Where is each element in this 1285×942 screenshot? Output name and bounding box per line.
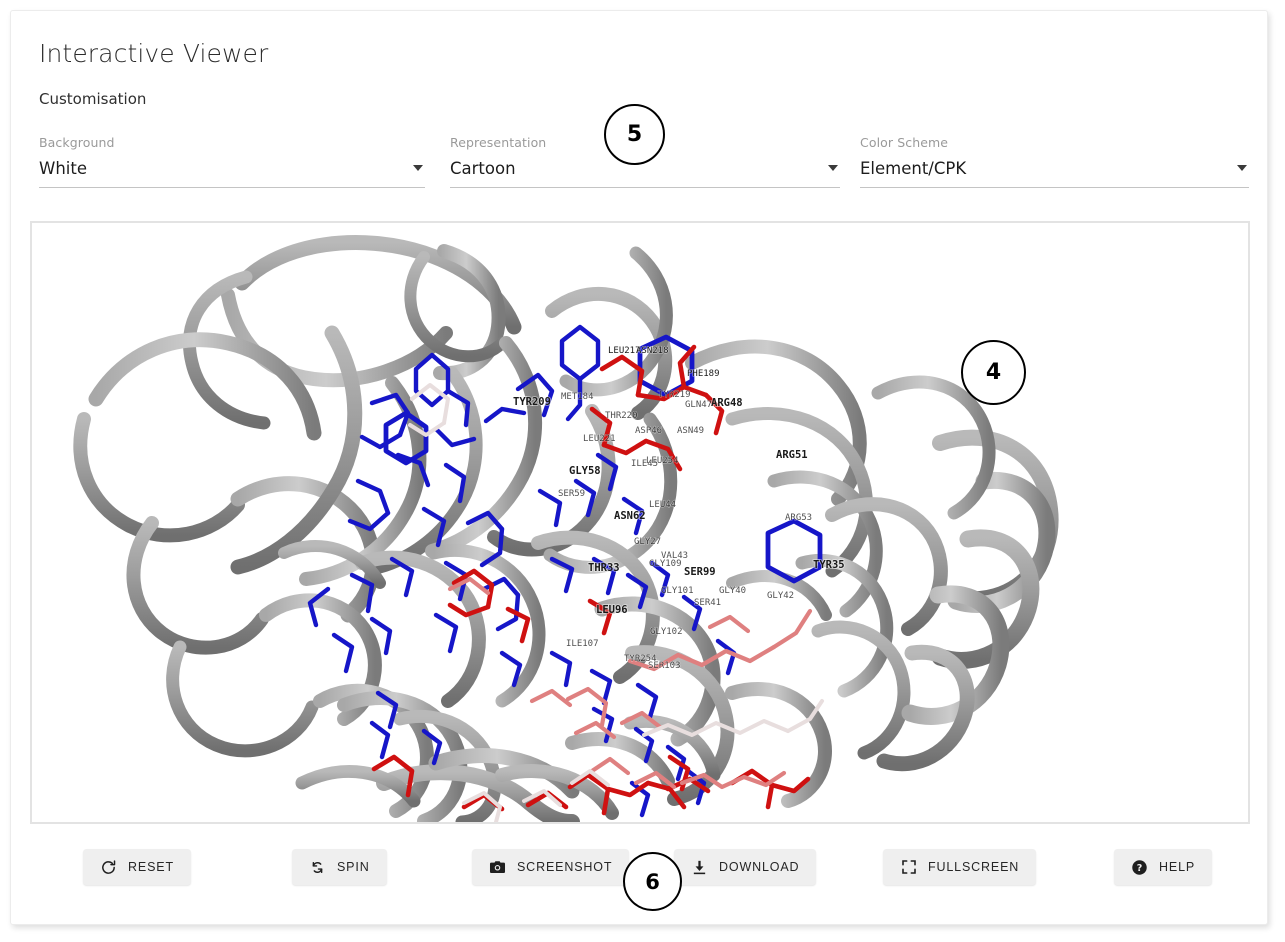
residue-label: SER41 [694,598,721,608]
camera-icon [489,859,506,876]
residue-label: ILE107 [566,639,599,649]
residue-label: ILE45 [631,459,658,469]
residue-label: SER103 [648,661,681,671]
residue-label: ASN218 [636,346,669,356]
residue-label: GLY109 [649,559,682,569]
fullscreen-icon [900,859,917,876]
residue-label: LEU221 [583,434,616,444]
fullscreen-button-label: FULLSCREEN [928,860,1020,874]
residue-label: TYR35 [813,559,845,571]
help-circle-icon: ? [1131,859,1148,876]
background-select[interactable]: White [39,159,425,188]
residue-label: GLY102 [650,627,683,637]
reset-button[interactable]: RESET [83,849,191,885]
representation-select[interactable]: Cartoon [450,159,840,188]
residue-label: TYR209 [513,396,551,408]
background-select-value: White [39,159,87,178]
residue-label: GLY101 [661,586,694,596]
residue-label: ASP46 [635,426,662,436]
annotation-badge-6: 6 [623,852,682,911]
residue-label: ASN49 [677,426,704,436]
color-scheme-select-value: Element/CPK [860,159,967,178]
background-select-group: Background White [39,135,425,188]
spin-button-label: SPIN [337,860,370,874]
residue-label: ASN62 [614,510,646,522]
help-button-label: HELP [1159,860,1196,874]
residue-label: LEU96 [596,604,628,616]
chevron-down-icon [413,165,423,171]
residue-label: ARG53 [785,513,812,523]
residue-label: GLN47 [685,400,712,410]
residue-label: SER59 [558,489,585,499]
color-scheme-select-label: Color Scheme [860,135,949,150]
residue-label: TYR219 [658,390,691,400]
residue-label: MET184 [561,392,594,402]
residue-label: THR33 [588,562,620,574]
residue-label: PHE189 [687,369,720,379]
download-button[interactable]: DOWNLOAD [674,849,817,885]
screenshot-button[interactable]: SCREENSHOT [472,849,630,885]
help-button[interactable]: ? HELP [1114,849,1213,885]
residue-label: THR220 [605,411,638,421]
annotation-badge-5: 5 [604,104,665,165]
color-scheme-select[interactable]: Element/CPK [860,159,1249,188]
reset-button-label: RESET [128,860,174,874]
color-scheme-select-group: Color Scheme Element/CPK [860,135,1249,188]
residue-label: GLY27 [634,537,661,547]
background-select-label: Background [39,135,115,150]
viewer-card: Interactive Viewer Customisation Backgro… [10,10,1268,925]
download-button-label: DOWNLOAD [719,860,800,874]
residue-label: LEU44 [649,500,676,510]
customisation-heading: Customisation [39,90,147,108]
annotation-badge-4: 4 [961,340,1026,405]
refresh-icon [100,859,117,876]
screenshot-button-label: SCREENSHOT [517,860,613,874]
residue-label: SER99 [684,566,716,578]
residue-label: GLY42 [767,591,794,601]
protein-structure-render: LEU217ASN218PHE189TYR209 MET184 TYR219GLN4… [32,223,1248,822]
fullscreen-button[interactable]: FULLSCREEN [883,849,1037,885]
molecule-stage[interactable]: LEU217 ASN218 PHE189 TYR209 MET184 TYR219 GLN4… [32,223,1248,822]
residue-label: ARG51 [776,449,808,461]
residue-label: ARG48 [711,397,743,409]
download-icon [691,859,708,876]
molecule-viewer-panel[interactable]: LEU217 ASN218 PHE189 TYR209 MET184 TYR219 GLN4… [30,221,1250,824]
spin-button[interactable]: SPIN [292,849,387,885]
residue-label: GLY58 [569,465,601,477]
page-title: Interactive Viewer [39,39,269,68]
chevron-down-icon [828,165,838,171]
svg-text:?: ? [1137,862,1143,873]
residue-label: GLY40 [719,586,746,596]
chevron-down-icon [1237,165,1247,171]
sync-icon [309,859,326,876]
